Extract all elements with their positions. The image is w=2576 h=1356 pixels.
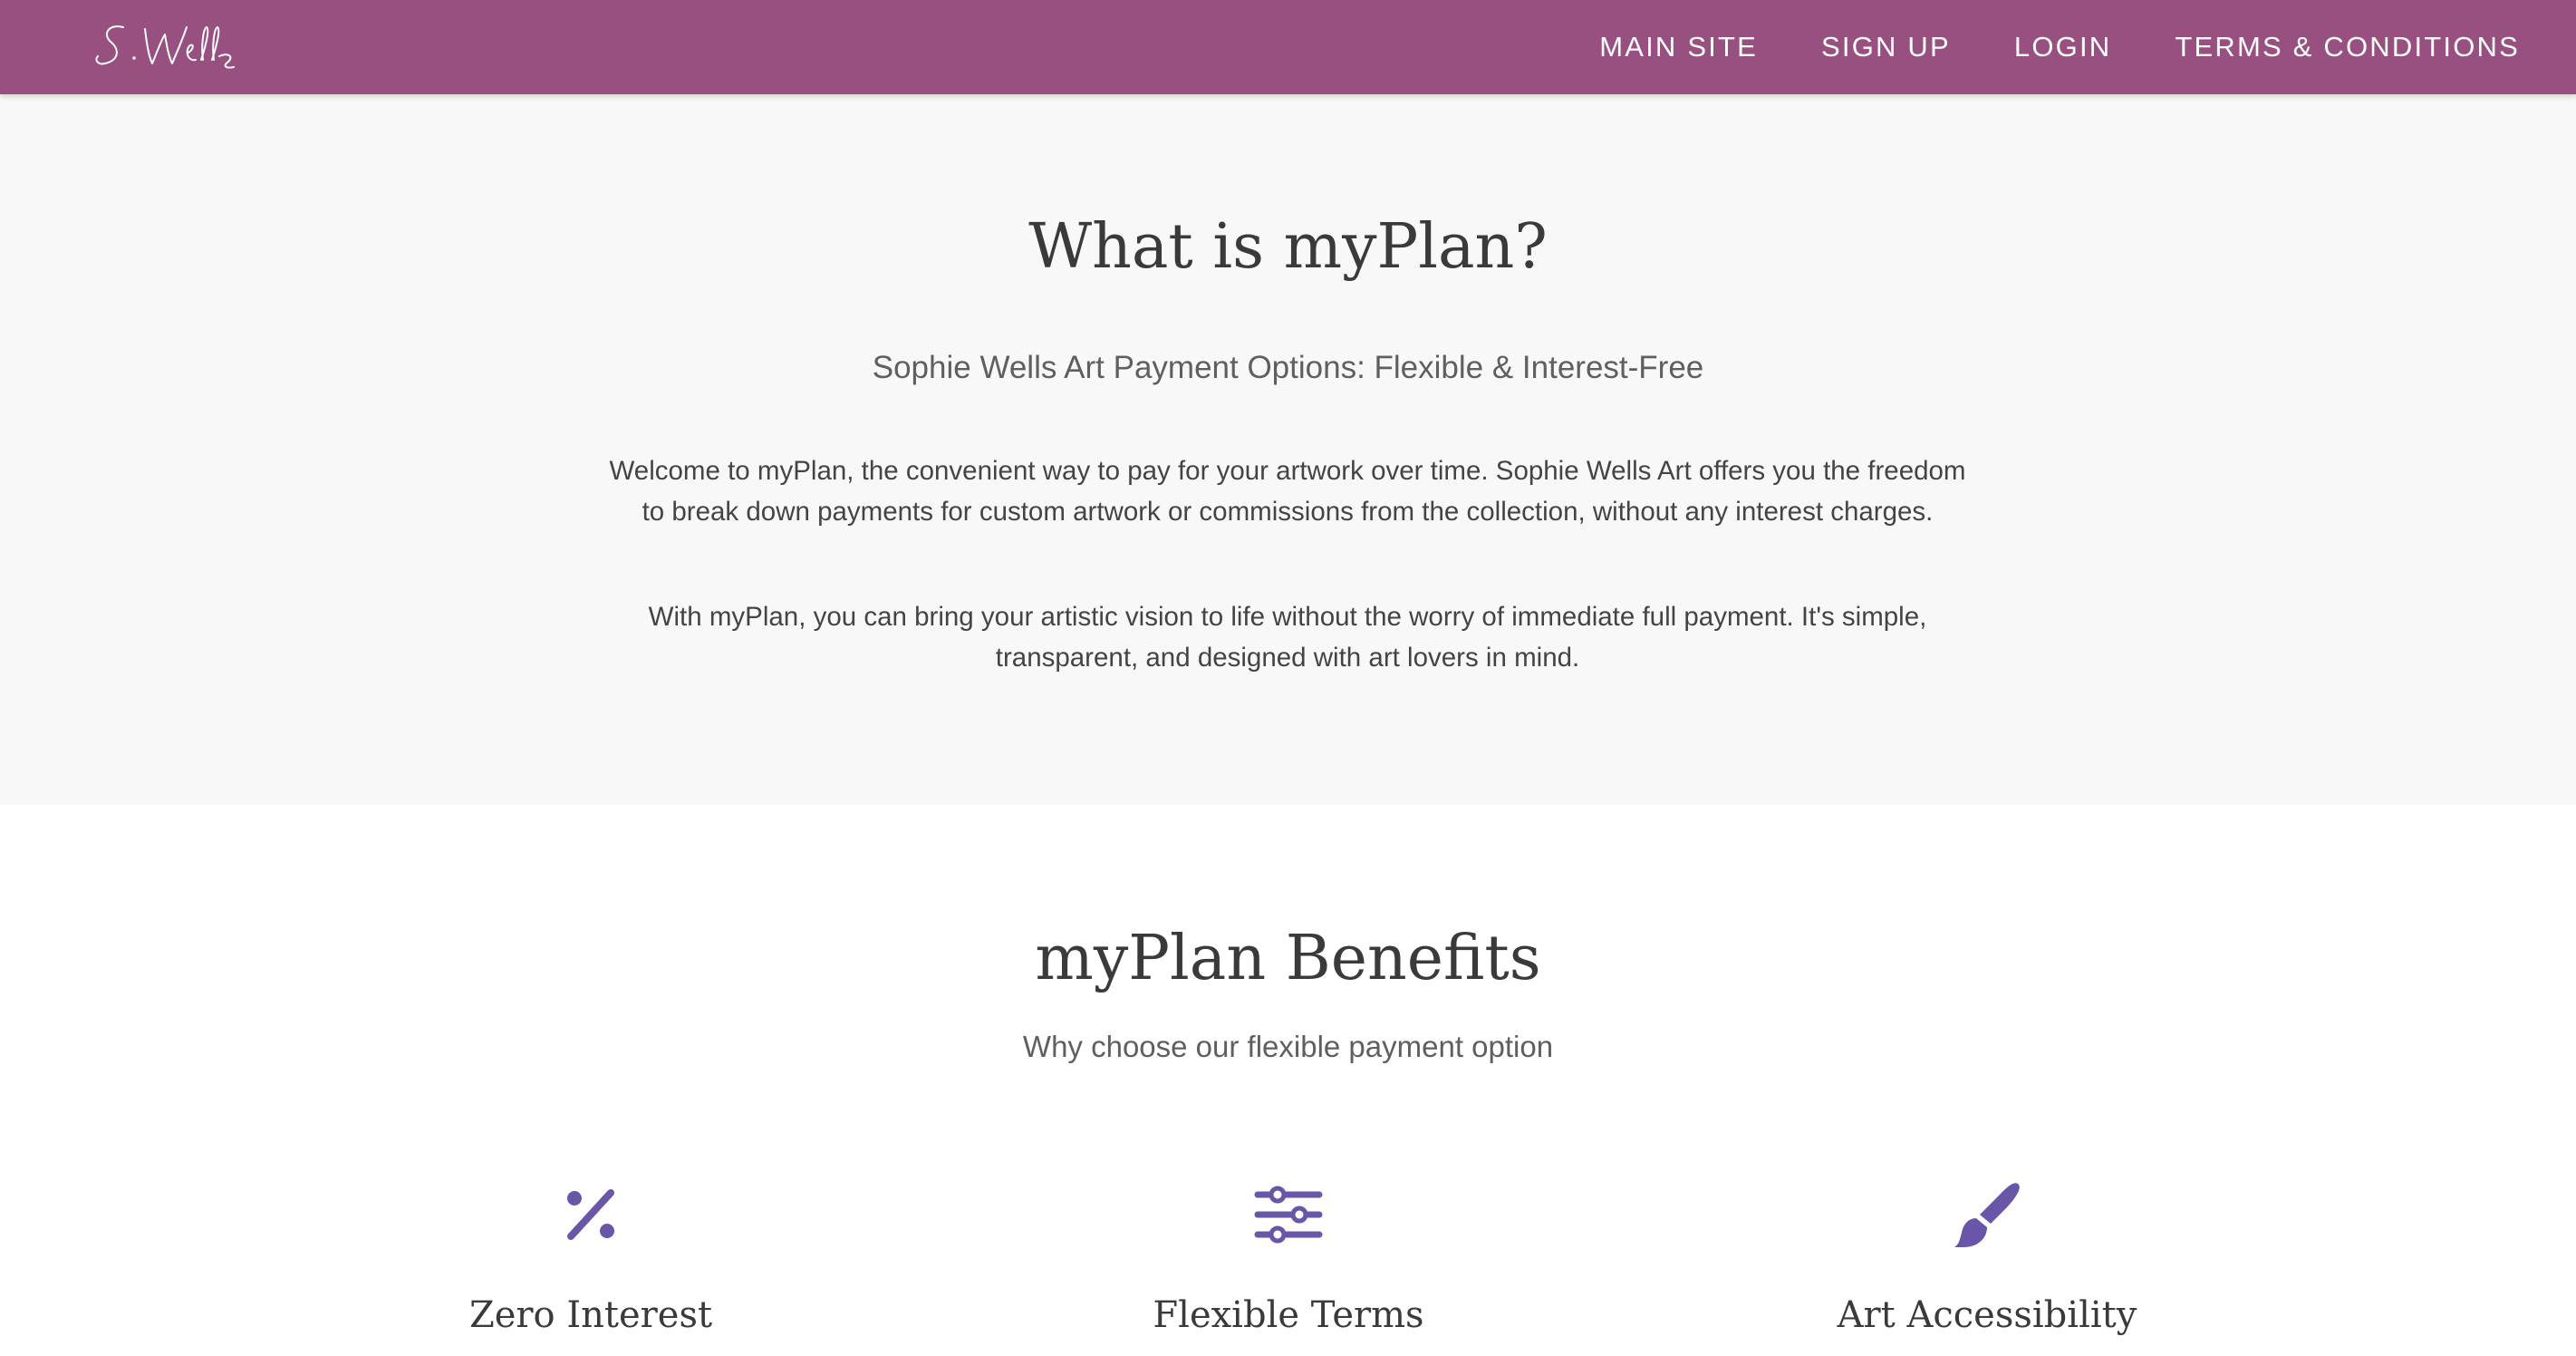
nav-sign-up[interactable]: SIGN UP (1821, 31, 1951, 63)
nav-menu: MAIN SITE SIGN UP LOGIN TERMS & CONDITIO… (1599, 0, 2520, 94)
intro-paragraph-1: Welcome to myPlan, the convenient way to… (609, 455, 1966, 527)
nav-terms-conditions[interactable]: TERMS & CONDITIONS (2175, 31, 2520, 63)
percent-icon (567, 1189, 614, 1240)
paintbrush-icon (1954, 1183, 2020, 1247)
benefit-title: Art Accessibility (1837, 1294, 2137, 1336)
benefits-subtitle: Why choose our flexible payment option (1022, 1030, 1554, 1063)
nav-main-site[interactable]: MAIN SITE (1599, 31, 1758, 63)
benefit-title: Flexible Terms (1153, 1294, 1424, 1336)
benefit-zero-interest: Zero Interest (274, 1178, 908, 1336)
top-navbar: MAIN SITE SIGN UP LOGIN TERMS & CONDITIO… (0, 0, 2576, 94)
benefit-title: Zero Interest (468, 1294, 713, 1336)
sliders-icon (1254, 1186, 1323, 1244)
intro-subtitle: Sophie Wells Art Payment Options: Flexib… (872, 350, 1704, 385)
benefit-flexible-terms: Flexible Terms (971, 1178, 1606, 1336)
signature-logo[interactable] (92, 16, 256, 80)
nav-login[interactable]: LOGIN (2014, 31, 2111, 63)
benefits-title: myPlan Benefits (1035, 923, 1541, 994)
benefit-art-accessibility: Art Accessibility (1670, 1178, 2304, 1336)
intro-paragraph-2: With myPlan, you can bring your artistic… (648, 601, 1927, 673)
intro-title: What is myPlan? (1028, 211, 1548, 283)
